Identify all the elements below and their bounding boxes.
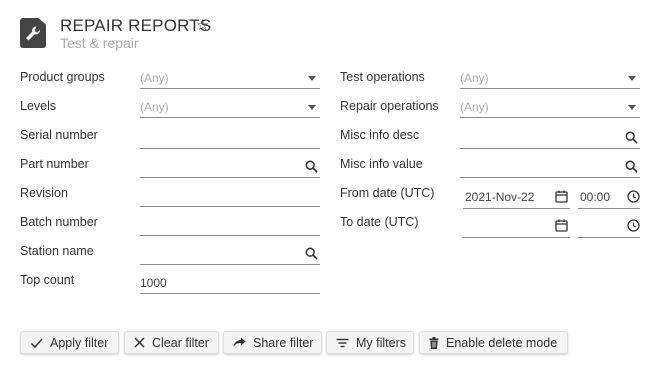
test-operations-label: Test operations (340, 70, 425, 84)
product-groups-label: Product groups (20, 70, 105, 84)
misc-info-desc-input[interactable] (460, 128, 640, 149)
levels-select[interactable]: (Any) (140, 97, 320, 118)
part-number-label: Part number (20, 157, 89, 171)
my-filters-button[interactable]: My filters (326, 331, 414, 354)
revision-input[interactable] (140, 186, 320, 207)
station-name-label: Station name (20, 244, 94, 258)
top-count-input[interactable]: 1000 (140, 273, 320, 294)
wrench-document-icon (20, 18, 46, 48)
filter-list-icon (336, 338, 349, 347)
serial-number-label: Serial number (20, 128, 98, 142)
dropdown-caret-icon (628, 105, 636, 110)
from-time-input[interactable]: 00:00 (578, 186, 640, 209)
share-filter-label: Share filter (253, 335, 314, 350)
revision-label: Revision (20, 186, 68, 200)
trash-icon (429, 336, 439, 349)
share-filter-button[interactable]: Share filter (223, 331, 322, 354)
search-icon[interactable] (305, 160, 318, 173)
calendar-icon[interactable] (555, 190, 568, 203)
test-operations-select[interactable]: (Any) (460, 68, 640, 89)
part-number-input[interactable] (140, 157, 320, 178)
clear-filter-label: Clear filter (152, 335, 209, 350)
repair-operations-label: Repair operations (340, 99, 439, 113)
share-arrow-icon (233, 337, 246, 347)
close-icon (134, 337, 145, 348)
to-date-label: To date (UTC) (340, 215, 419, 229)
search-icon[interactable] (305, 247, 318, 260)
test-operations-value: (Any) (460, 71, 489, 85)
page-subtitle: Test & repair (60, 35, 139, 51)
repair-operations-value: (Any) (460, 100, 489, 114)
check-icon (30, 338, 43, 348)
dropdown-caret-icon (628, 76, 636, 81)
levels-value: (Any) (140, 100, 169, 114)
from-date-value: 2021-Nov-22 (465, 190, 535, 204)
levels-label: Levels (20, 99, 57, 113)
from-date-input[interactable]: 2021-Nov-22 (463, 186, 570, 209)
favorite-star-icon[interactable]: ☆ (196, 16, 209, 34)
to-time-input[interactable] (578, 215, 640, 238)
batch-number-input[interactable] (140, 215, 320, 236)
repair-operations-select[interactable]: (Any) (460, 97, 640, 118)
calendar-icon[interactable] (555, 219, 568, 232)
top-count-label: Top count (20, 273, 75, 287)
batch-number-label: Batch number (20, 215, 98, 229)
clock-icon[interactable] (627, 219, 640, 232)
to-date-input[interactable] (463, 215, 570, 238)
page-title: REPAIR REPORTS (60, 16, 212, 35)
station-name-input[interactable] (140, 244, 320, 265)
misc-info-desc-label: Misc info desc (340, 128, 420, 142)
enable-delete-mode-label: Enable delete mode (446, 335, 558, 350)
product-groups-value: (Any) (140, 71, 169, 85)
enable-delete-mode-button[interactable]: Enable delete mode (419, 331, 568, 354)
search-icon[interactable] (625, 131, 638, 144)
search-icon[interactable] (625, 160, 638, 173)
apply-filter-button[interactable]: Apply filter (20, 331, 119, 354)
from-date-label: From date (UTC) (340, 186, 435, 200)
top-count-value: 1000 (140, 276, 167, 290)
clear-filter-button[interactable]: Clear filter (124, 331, 219, 354)
misc-info-value-input[interactable] (460, 157, 640, 178)
dropdown-caret-icon (308, 76, 316, 81)
my-filters-label: My filters (356, 335, 406, 350)
product-groups-select[interactable]: (Any) (140, 68, 320, 89)
apply-filter-label: Apply filter (50, 335, 109, 350)
misc-info-value-label: Misc info value (340, 157, 423, 171)
dropdown-caret-icon (308, 105, 316, 110)
from-time-value: 00:00 (580, 190, 611, 204)
serial-number-input[interactable] (140, 128, 320, 149)
clock-icon[interactable] (627, 190, 640, 203)
